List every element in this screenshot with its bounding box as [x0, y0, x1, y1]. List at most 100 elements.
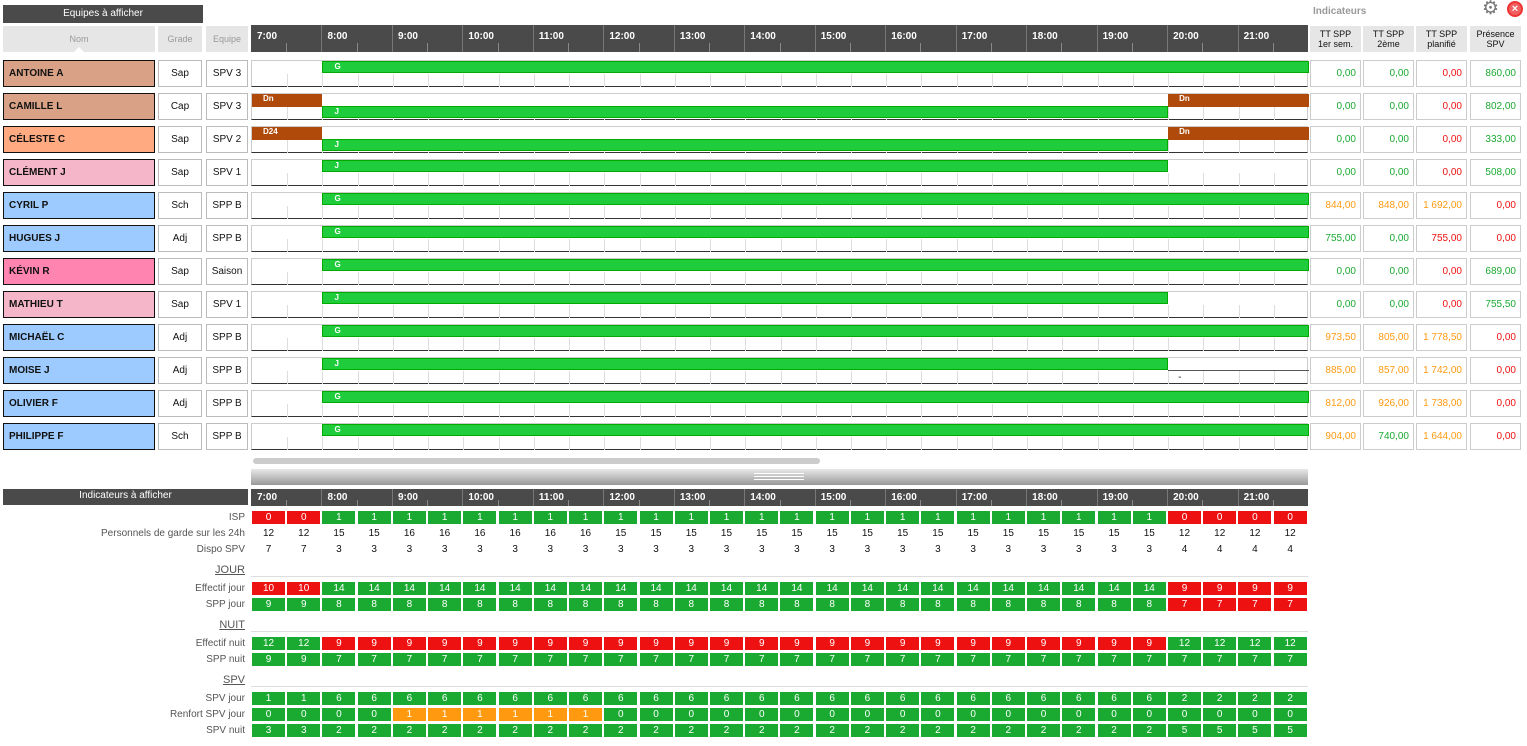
shift-bar-j[interactable]: J: [322, 292, 1169, 304]
stat-cell: 2: [991, 724, 1025, 737]
hour-label: 13:00: [679, 492, 706, 503]
shift-bar-g[interactable]: G: [322, 325, 1310, 337]
grid-line: [850, 74, 852, 87]
person-name[interactable]: KÉVIN R: [3, 258, 155, 285]
schedule-track[interactable]: G: [251, 192, 1310, 219]
teams-to-display-header[interactable]: Equipes à afficher: [3, 5, 203, 23]
grid-line: [392, 371, 394, 384]
grid-line: [392, 305, 394, 318]
stat-cell: 7: [322, 653, 356, 666]
stat-cell: 0: [956, 708, 990, 721]
shift-bar-dn[interactable]: Dn: [1168, 94, 1310, 107]
hour-label: 9:00: [397, 31, 418, 42]
grid-line: [1062, 338, 1064, 351]
indicator-value: 973,50: [1310, 324, 1361, 351]
person-name[interactable]: CYRIL P: [3, 192, 155, 219]
person-name[interactable]: HUGUES J: [3, 225, 155, 252]
shift-bar-g[interactable]: G: [322, 424, 1310, 436]
person-team: SPP B: [206, 357, 248, 384]
stat-value: 15: [368, 528, 380, 539]
person-name[interactable]: PHILIPPE F: [3, 423, 155, 450]
schedule-track[interactable]: G: [251, 390, 1310, 417]
shift-bar-g[interactable]: G: [322, 61, 1310, 73]
grid-line: [1132, 206, 1134, 219]
shift-bar-g[interactable]: G: [322, 391, 1310, 403]
stat-cell: 7: [1203, 598, 1237, 611]
grid-line: [639, 338, 641, 351]
schedule-track[interactable]: G: [251, 60, 1310, 87]
hour-tick: [1026, 25, 1028, 52]
shift-bar-dn[interactable]: Dn: [1168, 127, 1310, 140]
shift-bar-j[interactable]: J: [322, 358, 1169, 370]
schedule-track[interactable]: G: [251, 324, 1310, 351]
person-name[interactable]: MOISE J: [3, 357, 155, 384]
shift-bar-g[interactable]: G: [322, 226, 1310, 238]
close-icon[interactable]: ×: [1507, 1, 1523, 17]
indicator-value: 0,00: [1363, 93, 1414, 120]
shift-bar-j[interactable]: J: [322, 160, 1169, 172]
schedule-track[interactable]: G: [251, 258, 1310, 285]
indicator-header-1[interactable]: TT SPP 1er sem.: [1310, 26, 1361, 52]
indicator-value: 333,00: [1470, 126, 1521, 153]
schedule-track[interactable]: G: [251, 225, 1310, 252]
grid-line: [1097, 206, 1099, 219]
person-name[interactable]: ANTOINE A: [3, 60, 155, 87]
stat-cell: 7: [1273, 598, 1307, 611]
shift-bar-g[interactable]: G: [322, 259, 1310, 271]
shift-bar-d24[interactable]: D24: [252, 127, 323, 140]
column-header-team[interactable]: Equipe: [206, 26, 248, 52]
shift-bar-dn[interactable]: Dn: [252, 94, 323, 107]
person-name[interactable]: MATHIEU T: [3, 291, 155, 318]
stat-cell: 0: [287, 511, 321, 524]
shift-bar-j[interactable]: J: [322, 139, 1169, 151]
stat-cell: 8: [569, 598, 603, 611]
schedule-track[interactable]: J: [251, 291, 1308, 318]
grid-line: [745, 437, 747, 450]
schedule-track[interactable]: G: [251, 423, 1310, 450]
grid-line: [780, 272, 782, 285]
shift-bar-j[interactable]: J: [322, 106, 1169, 118]
stat-cell: 2: [1167, 692, 1201, 705]
grid-line: [533, 338, 535, 351]
indicators-to-display-header[interactable]: Indicateurs à afficher: [3, 489, 248, 505]
schedule-track[interactable]: J: [251, 159, 1308, 186]
indicator-header-3[interactable]: TT SPP planifié: [1416, 26, 1467, 52]
stat-value: 3: [1040, 544, 1047, 555]
grid-line: [780, 305, 782, 318]
grid-line: [1027, 206, 1029, 219]
person-name[interactable]: CAMILLE L: [3, 93, 155, 120]
stat-cell: 12: [252, 637, 285, 650]
section-title: SPV: [222, 674, 245, 686]
stat-label: Effectif nuit: [195, 638, 245, 649]
stat-cell: 9: [533, 637, 567, 650]
schedule-track[interactable]: D24 Dn J: [251, 126, 1310, 153]
stat-value: 15: [1002, 528, 1014, 539]
grid-line: [815, 173, 817, 186]
person-name[interactable]: CÉLESTE C: [3, 126, 155, 153]
stat-cell: 14: [639, 582, 673, 595]
stat-value: 3: [406, 544, 413, 555]
indicator-header-4[interactable]: Présence SPV: [1470, 26, 1521, 52]
stat-cell: 8: [1062, 598, 1096, 611]
grid-line: [921, 338, 923, 351]
grid-line: [1132, 272, 1134, 285]
grid-line: [991, 239, 993, 252]
stat-cell: 1: [357, 511, 391, 524]
stat-value: 15: [1073, 528, 1085, 539]
grid-line: [921, 305, 923, 318]
horizontal-scrollbar[interactable]: [253, 458, 820, 464]
column-header-grade[interactable]: Grade: [158, 26, 202, 52]
indicator-header-2[interactable]: TT SPP 2ème: [1363, 26, 1414, 52]
schedule-track[interactable]: Dn Dn J: [251, 93, 1310, 120]
grid-line: [639, 239, 641, 252]
grid-line: [357, 371, 359, 384]
person-name[interactable]: CLÉMENT J: [3, 159, 155, 186]
gear-icon[interactable]: ⚙: [1482, 0, 1499, 18]
schedule-track[interactable]: J-: [251, 357, 1310, 384]
person-name[interactable]: OLIVIER F: [3, 390, 155, 417]
stat-cell: 6: [533, 692, 567, 705]
stat-cell: 0: [1273, 708, 1307, 721]
indicator-value: 689,00: [1470, 258, 1521, 285]
person-name[interactable]: MICHAËL C: [3, 324, 155, 351]
shift-bar-g[interactable]: G: [322, 193, 1310, 205]
